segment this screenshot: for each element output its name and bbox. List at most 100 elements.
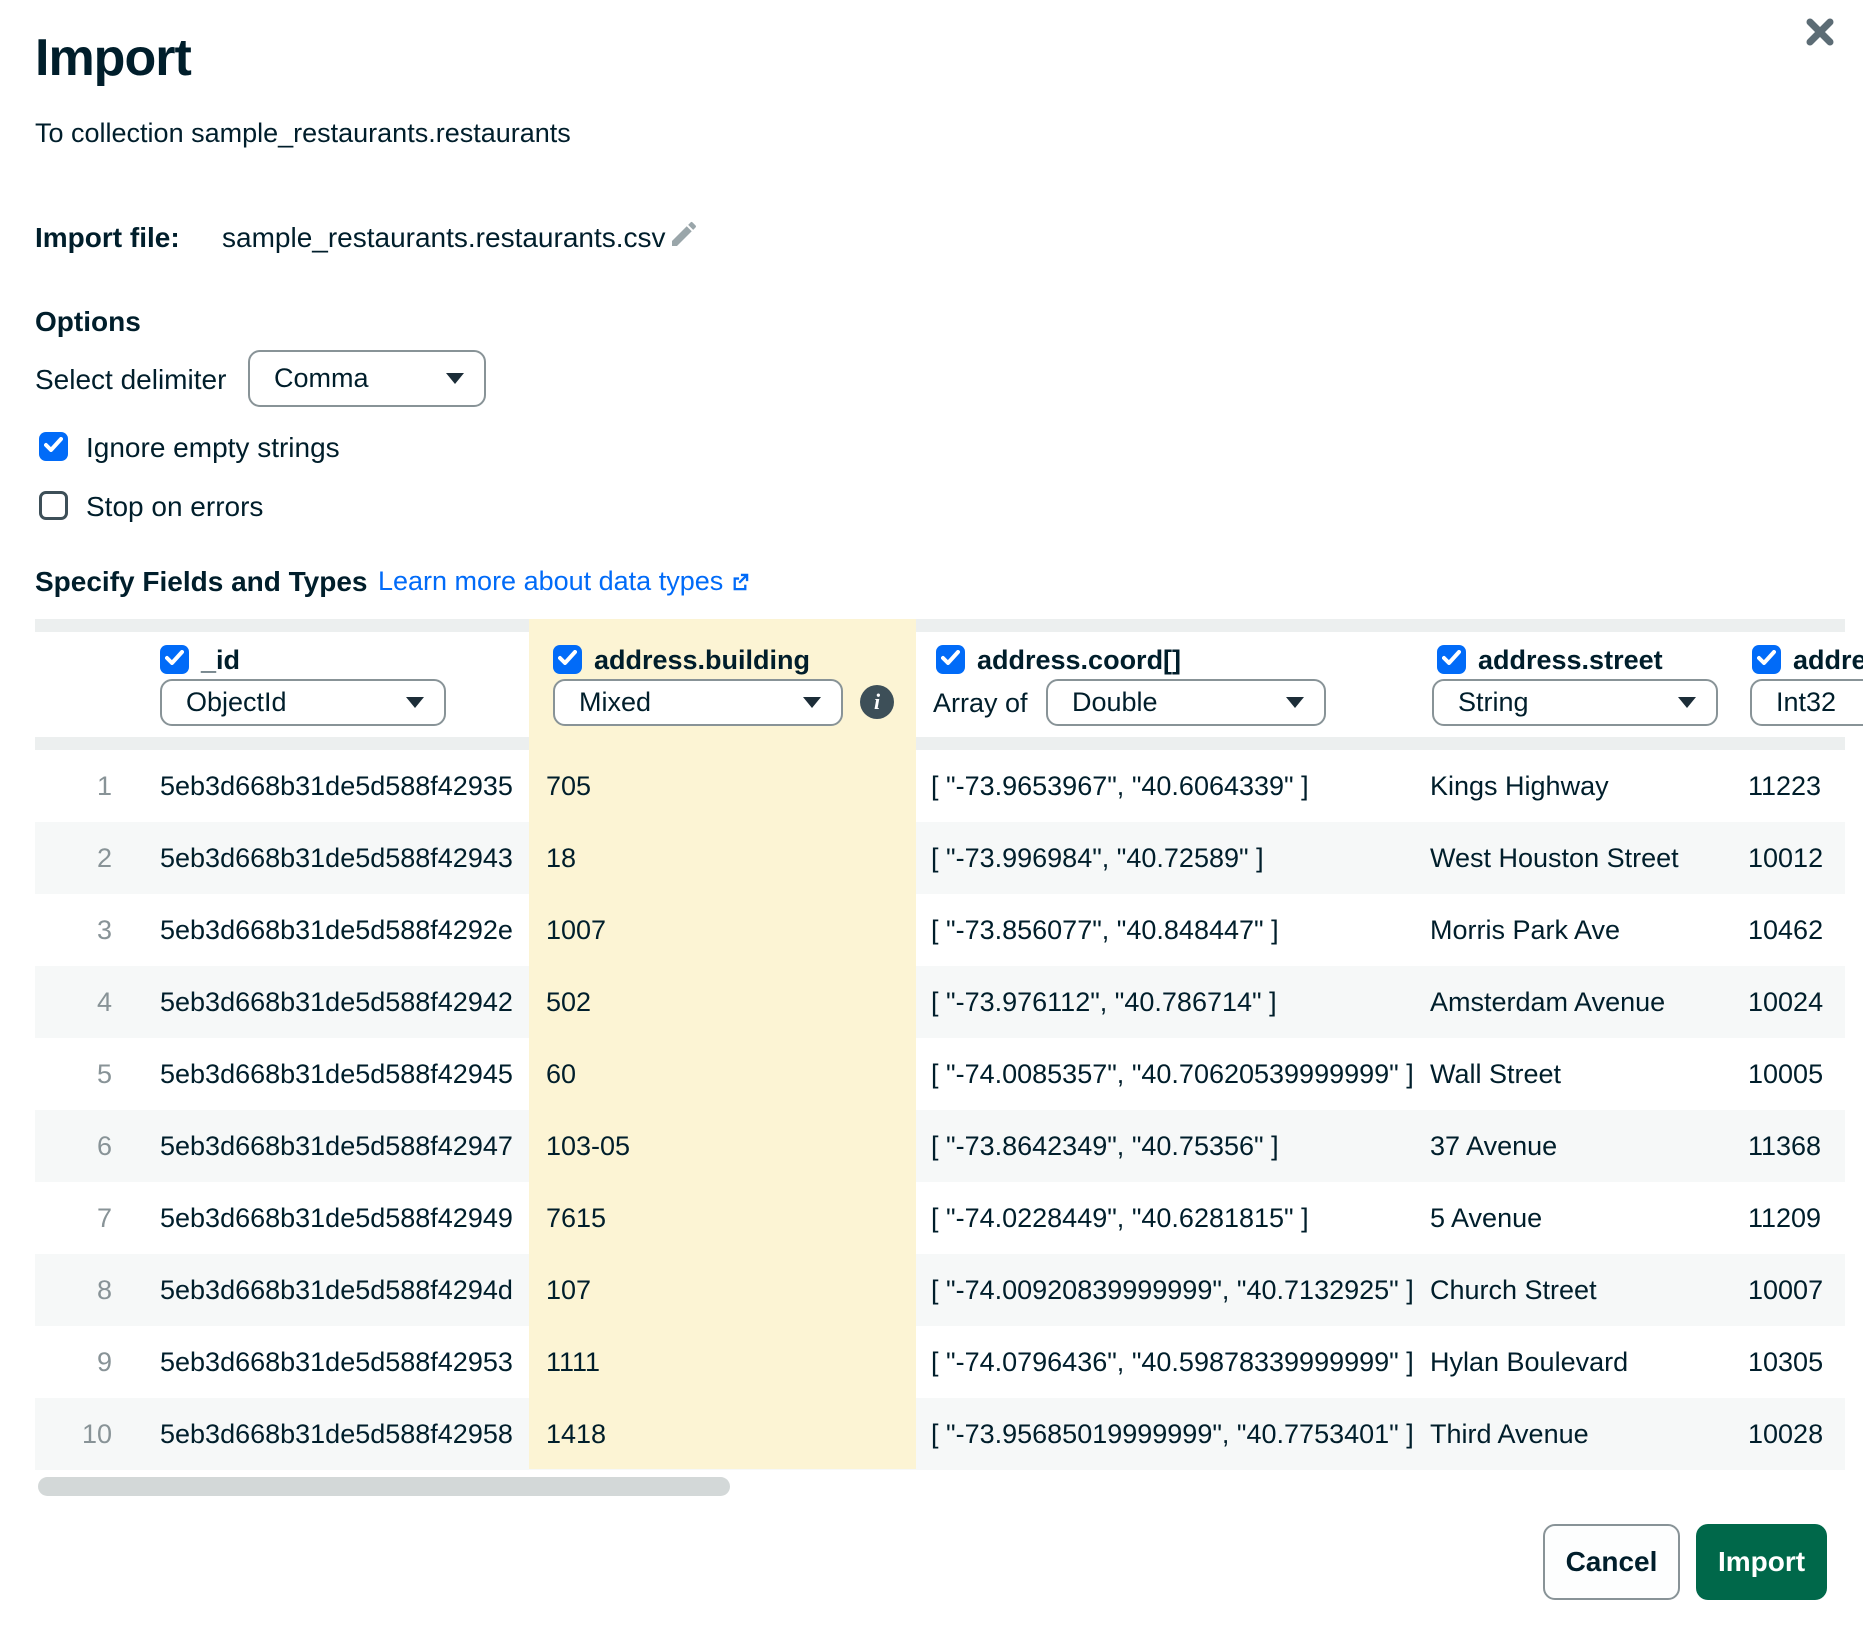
cell-zipcode: 10007 xyxy=(1748,1254,1823,1326)
chevron-down-icon xyxy=(1678,697,1696,708)
cell-coord: [ "-73.976112", "40.786714" ] xyxy=(931,966,1277,1038)
cell-street: Wall Street xyxy=(1430,1038,1561,1110)
cell-street: Third Avenue xyxy=(1430,1398,1589,1470)
cell-coord: [ "-73.95685019999999", "40.7753401" ] xyxy=(931,1398,1414,1470)
delimiter-select[interactable]: Comma xyxy=(248,350,486,407)
array-of-label: Array of xyxy=(933,688,1028,719)
row-number: 4 xyxy=(32,966,112,1038)
cell-building: 107 xyxy=(546,1254,591,1326)
type-value-zipcode: Int32 xyxy=(1776,687,1836,718)
cell-building: 502 xyxy=(546,966,591,1038)
cell-building: 1007 xyxy=(546,894,606,966)
cell-coord: [ "-73.856077", "40.848447" ] xyxy=(931,894,1279,966)
type-select-id[interactable]: ObjectId xyxy=(160,679,446,726)
cell-coord: [ "-74.0228449", "40.6281815" ] xyxy=(931,1182,1309,1254)
row-number: 10 xyxy=(32,1398,112,1470)
cell-zipcode: 11209 xyxy=(1748,1182,1821,1254)
options-heading: Options xyxy=(35,306,141,338)
delimiter-label: Select delimiter xyxy=(35,364,226,396)
table-row: 55eb3d668b31de5d588f4294560[ "-74.008535… xyxy=(0,1038,1863,1110)
cell-id: 5eb3d668b31de5d588f42953 xyxy=(160,1326,513,1398)
column-checkbox-id[interactable] xyxy=(160,645,189,674)
cell-id: 5eb3d668b31de5d588f42947 xyxy=(160,1110,513,1182)
cancel-button-label: Cancel xyxy=(1566,1546,1658,1578)
table-header-divider xyxy=(35,737,1845,750)
cell-id: 5eb3d668b31de5d588f42945 xyxy=(160,1038,513,1110)
learn-more-link-label: Learn more about data types xyxy=(378,566,723,597)
chevron-down-icon xyxy=(803,697,821,708)
cell-zipcode: 10028 xyxy=(1748,1398,1823,1470)
type-select-building[interactable]: Mixed xyxy=(553,679,843,726)
type-value-coord: Double xyxy=(1072,687,1158,718)
row-number: 1 xyxy=(32,750,112,822)
column-checkbox-building[interactable] xyxy=(553,645,582,674)
table-row: 3 5eb3d668b31de5d588f4292e 1007 [ "-73.8560… xyxy=(0,894,1863,966)
column-checkbox-street[interactable] xyxy=(1437,645,1466,674)
collection-subtitle: To collection sample_restaurants.restaur… xyxy=(35,118,571,149)
cell-building: 18 xyxy=(546,822,576,894)
column-label-coord: address.coord[] xyxy=(977,645,1181,676)
import-file-label: Import file: xyxy=(35,222,180,254)
cell-street: Church Street xyxy=(1430,1254,1597,1326)
cell-building: 103-05 xyxy=(546,1110,630,1182)
cell-zipcode: 10012 xyxy=(1748,822,1823,894)
cell-zipcode: 10462 xyxy=(1748,894,1823,966)
page-title: Import xyxy=(35,28,191,88)
type-select-zipcode[interactable]: Int32 xyxy=(1750,679,1863,726)
edit-pencil-icon[interactable] xyxy=(668,218,700,250)
row-number: 3 xyxy=(32,894,112,966)
type-select-coord[interactable]: Double xyxy=(1046,679,1326,726)
cell-street: Hylan Boulevard xyxy=(1430,1326,1628,1398)
cell-street: Amsterdam Avenue xyxy=(1430,966,1665,1038)
info-icon[interactable]: i xyxy=(860,685,894,719)
row-number: 9 xyxy=(32,1326,112,1398)
cell-building: 1111 xyxy=(546,1326,600,1398)
cell-zipcode: 10024 xyxy=(1748,966,1823,1038)
learn-more-link[interactable]: Learn more about data types xyxy=(378,566,751,597)
ignore-empty-strings-checkbox[interactable] xyxy=(39,432,68,461)
cell-street: 5 Avenue xyxy=(1430,1182,1542,1254)
table-row: 75eb3d668b31de5d588f429497615[ "-74.0228… xyxy=(0,1182,1863,1254)
row-number: 8 xyxy=(32,1254,112,1326)
cell-id: 5eb3d668b31de5d588f42949 xyxy=(160,1182,513,1254)
cell-id: 5eb3d668b31de5d588f42958 xyxy=(160,1398,513,1470)
column-label-street: address.street xyxy=(1478,645,1663,676)
horizontal-scrollbar-thumb[interactable] xyxy=(38,1477,730,1496)
cell-street: West Houston Street xyxy=(1430,822,1679,894)
table-row: 105eb3d668b31de5d588f429581418[ "-73.956… xyxy=(0,1398,1863,1470)
cell-zipcode: 11223 xyxy=(1748,750,1821,822)
column-label-zipcode: address.zipcode xyxy=(1793,645,1863,676)
close-icon[interactable] xyxy=(1800,12,1840,52)
table-row: 25eb3d668b31de5d588f4294318[ "-73.996984… xyxy=(0,822,1863,894)
cell-coord: [ "-74.0796436", "40.59878339999999" ] xyxy=(931,1326,1414,1398)
cell-zipcode: 11368 xyxy=(1748,1110,1821,1182)
cell-zipcode: 10005 xyxy=(1748,1038,1823,1110)
chevron-down-icon xyxy=(446,373,464,384)
cell-id: 5eb3d668b31de5d588f42935 xyxy=(160,750,513,822)
import-dialog: Import To collection sample_restaurants.… xyxy=(0,0,1863,1634)
cancel-button[interactable]: Cancel xyxy=(1543,1524,1680,1600)
row-number: 2 xyxy=(32,822,112,894)
cell-street: 37 Avenue xyxy=(1430,1110,1557,1182)
delimiter-value: Comma xyxy=(274,363,369,394)
chevron-down-icon xyxy=(1286,697,1304,708)
cell-street: Morris Park Ave xyxy=(1430,894,1620,966)
cell-building: 705 xyxy=(546,750,591,822)
external-link-icon xyxy=(729,571,751,593)
stop-on-errors-checkbox[interactable] xyxy=(39,491,68,520)
cell-id: 5eb3d668b31de5d588f4292e xyxy=(160,894,513,966)
table-row: 45eb3d668b31de5d588f42942502[ "-73.97611… xyxy=(0,966,1863,1038)
column-checkbox-zipcode[interactable] xyxy=(1752,645,1781,674)
fields-heading: Specify Fields and Types xyxy=(35,566,367,598)
table-row: 85eb3d668b31de5d588f4294d107[ "-74.00920… xyxy=(0,1254,1863,1326)
column-checkbox-coord[interactable] xyxy=(936,645,965,674)
import-button-label: Import xyxy=(1718,1546,1805,1578)
chevron-down-icon xyxy=(406,697,424,708)
table-row: 15eb3d668b31de5d588f42935705[ "-73.96539… xyxy=(0,750,1863,822)
cell-building: 7615 xyxy=(546,1182,606,1254)
cell-id: 5eb3d668b31de5d588f42943 xyxy=(160,822,513,894)
import-button[interactable]: Import xyxy=(1696,1524,1827,1600)
column-label-id: _id xyxy=(201,645,240,676)
table-top-divider xyxy=(35,619,1845,632)
type-select-street[interactable]: String xyxy=(1432,679,1718,726)
